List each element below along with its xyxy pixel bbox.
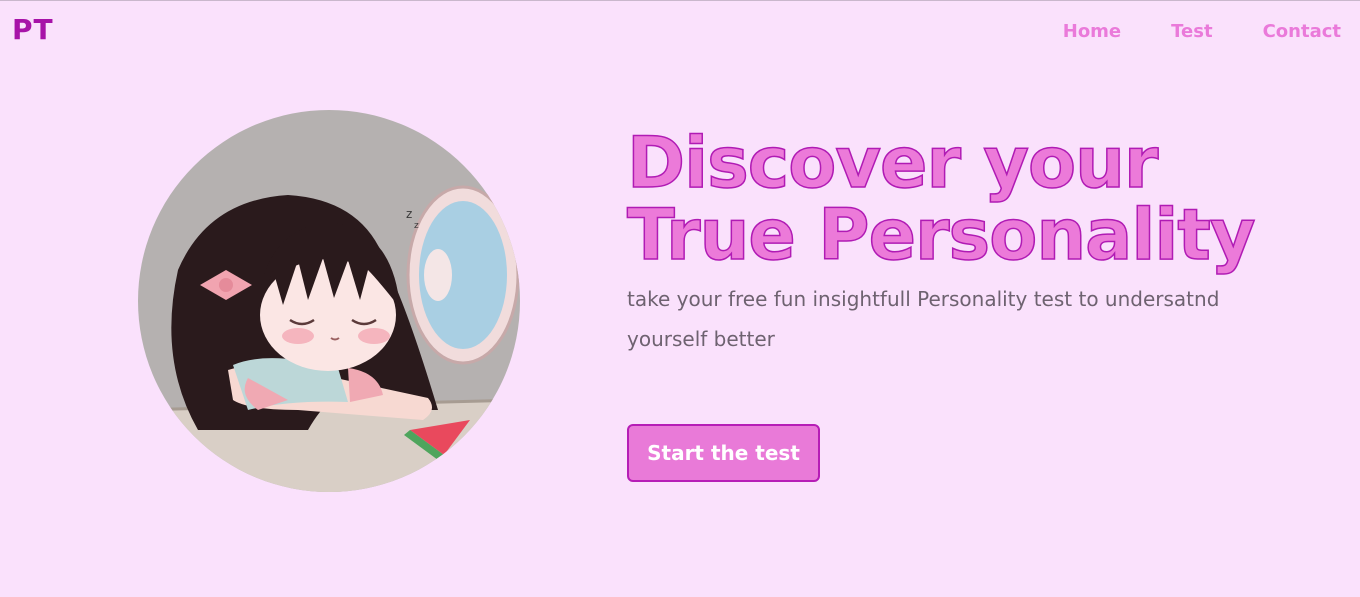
hero-headline-text: Discover your True Personality [626, 122, 1256, 276]
svg-text:z: z [406, 207, 412, 221]
nav-contact-link[interactable]: Contact [1263, 21, 1341, 42]
main-nav: Home Test Contact [1063, 21, 1341, 42]
fan-icon [406, 185, 520, 365]
hero-illustration: z z [138, 110, 520, 492]
svg-text:z: z [414, 221, 419, 231]
nav-test-link[interactable]: Test [1171, 21, 1212, 42]
start-test-button[interactable]: Start the test [627, 424, 820, 482]
hero-headline: Discover your True Personality [626, 122, 1267, 276]
nav-home-link[interactable]: Home [1063, 21, 1121, 42]
hero-subtext: take your free fun insightfull Personali… [627, 287, 1220, 351]
page: PT Home Test Contact z z Discover your T… [0, 0, 1360, 597]
site-logo[interactable]: PT [12, 13, 54, 46]
